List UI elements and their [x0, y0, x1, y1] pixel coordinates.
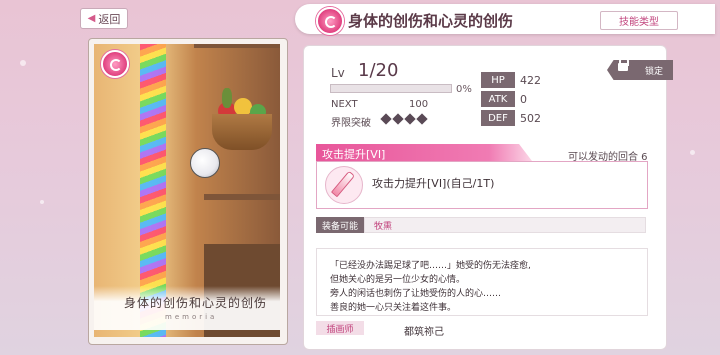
flavor-text-line: 善良的她一心只关注着这件事。 [330, 303, 457, 313]
flavor-text-line: 旁人的闲话也刺伤了让她受伤的人的心…… [330, 289, 502, 299]
flavor-text-line: 「已经没办法踢足球了吧……」她受的伤无法痊愈, [330, 261, 531, 271]
lock-icon [618, 57, 629, 71]
back-arrow-icon: ◀ [87, 13, 96, 24]
back-button[interactable]: ◀ 返回 [80, 8, 128, 29]
exp-bar [330, 84, 452, 93]
level-label: Lv [331, 66, 345, 80]
exp-percent: 0% [456, 84, 472, 95]
stat-value-def: 502 [520, 112, 541, 125]
skill-name: 攻击提升[VI] [322, 148, 386, 161]
stat-label-def: DEF [481, 110, 515, 126]
stat-value-atk: 0 [520, 93, 527, 106]
fruit-basket [212, 114, 272, 150]
back-label: 返回 [98, 12, 121, 26]
skill-type-button[interactable]: 技能类型 [600, 11, 678, 30]
card-title: 身体的创伤和心灵的创伤 [124, 296, 268, 310]
sparkle [40, 200, 44, 204]
stat-label-hp: HP [481, 72, 515, 88]
page-title: 身体的创伤和心灵的创伤 [348, 12, 514, 30]
illustrator-name: 都筑祢己 [404, 327, 444, 338]
soccer-ball [190, 148, 220, 178]
lock-label: 锁定 [644, 66, 663, 77]
lock-button[interactable]: 锁定 [607, 60, 673, 80]
level-value: 1/20 [358, 60, 399, 81]
stat-label-atk: ATK [481, 91, 515, 107]
equip-value: 牧熏 [374, 222, 393, 232]
stat-value-hp: 422 [520, 74, 541, 87]
next-value: 100 [409, 99, 429, 110]
equip-bar [364, 217, 646, 233]
card-subtitle: memoria [165, 313, 218, 321]
illustrator-label: 插画师 [316, 321, 364, 335]
equip-label: 装备可能 [316, 217, 364, 233]
sparkle [20, 60, 26, 66]
sparkle [690, 150, 695, 155]
memoria-type-icon [316, 7, 344, 35]
flavor-text-line: 但她关心的是另一位少女的心情。 [330, 275, 466, 285]
limit-break-label: 界限突破 [331, 118, 371, 129]
next-label: NEXT [331, 99, 358, 110]
skill-description: 攻击力提升[VI](自己/1T) [372, 177, 495, 190]
memoria-type-badge-icon [101, 50, 129, 78]
